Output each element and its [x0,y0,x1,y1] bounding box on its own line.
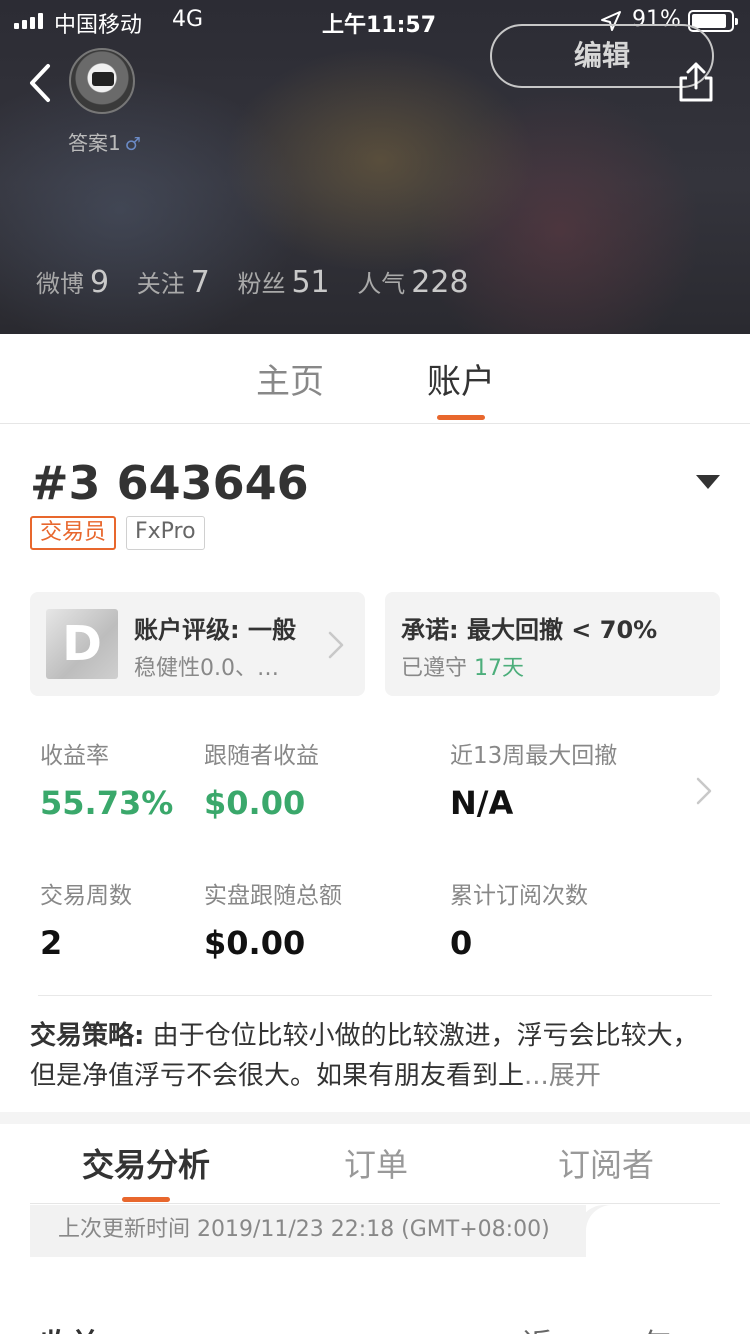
metric-value-return: 55.73% [40,784,174,822]
metric-label-max-drawdown: 近13周最大回撤 [450,743,618,769]
sub-tabs: 交易分析 订单 订阅者 [30,1124,720,1204]
avatar-image-icon [92,72,114,86]
tab-account[interactable]: 账户 [427,354,495,403]
metric-label-subscriptions: 累计订阅次数 [450,883,588,909]
divider [38,995,712,996]
period-selector[interactable]: 近一年 [522,1320,702,1334]
trading-strategy: 交易策略: 由于仓位比较小做的比较激进，浮亏会比较大，但是净值浮亏不会很大。如果… [30,1016,720,1096]
stat-popularity: 人气 228 [357,264,468,300]
stat-value: 9 [90,265,110,300]
tag-trader: 交易员 [30,516,117,550]
metric-value-trading-weeks: 2 [40,924,63,962]
account-id: #3 643646 [30,456,309,510]
share-icon[interactable] [675,60,717,104]
grade-badge: D [46,609,118,679]
stat-label: 微博 [36,270,84,298]
username-text: 答案1 [68,131,121,155]
tab-subscribers[interactable]: 订阅者 [558,1140,654,1186]
carrier-name: 中国移动 [54,13,143,38]
stat-label: 人气 [357,270,406,298]
stat-label: 粉丝 [237,270,286,298]
metric-value-subscriptions: 0 [450,924,473,962]
tab-trade-analysis[interactable]: 交易分析 [82,1140,210,1186]
tag-broker: FxPro [126,516,205,550]
metric-label-return: 收益率 [40,743,109,769]
metric-label-follower-profit: 跟随者收益 [204,743,319,769]
stat-followers[interactable]: 粉丝 51 [237,264,329,300]
promise-title: 承诺: 最大回撤 < 70% [401,616,658,644]
stat-value: 228 [411,265,469,300]
rating-card[interactable]: D 账户评级: 一般 稳健性0.0、… [30,592,365,696]
metric-value-follower-profit: $0.00 [204,784,306,822]
stat-following[interactable]: 关注 7 [137,264,210,300]
metric-label-follow-total: 实盘跟随总额 [204,883,342,909]
chevron-right-icon [696,777,712,805]
promise-days: 17天 [474,656,525,681]
username: 答案1 ♂ [68,127,141,156]
last-update-time: 上次更新时间 2019/11/23 22:18 (GMT+08:00) [30,1205,586,1257]
tab-home[interactable]: 主页 [256,354,324,403]
chevron-right-icon [328,631,344,659]
rating-subtitle: 稳健性0.0、… [134,656,279,681]
expand-link[interactable]: 展开 [549,1061,601,1091]
main-tabs: 主页 账户 [0,334,750,424]
network-type: 4G [172,7,204,32]
male-icon: ♂ [124,134,141,155]
promise-card[interactable]: 承诺: 最大回撤 < 70% 已遵守 17天 [385,592,720,696]
stat-weibo[interactable]: 微博 9 [36,264,109,300]
update-bar-corner [586,1205,720,1257]
strategy-label: 交易策略: [30,1021,145,1051]
metric-value-max-drawdown: N/A [450,784,514,822]
promise-subtitle: 已遵守 17天 [401,650,524,682]
returns-section-title: 收益 [40,1320,100,1334]
active-tab-indicator [437,415,485,420]
clock: 上午11:57 [322,13,437,38]
metric-label-trading-weeks: 交易周数 [40,883,132,909]
stat-value: 51 [291,265,330,300]
strategy-ellipsis: ... [524,1061,549,1091]
stat-value: 7 [190,265,210,300]
stat-label: 关注 [136,270,185,298]
dropdown-triangle-icon[interactable] [696,475,720,489]
promise-status: 已遵守 [401,656,468,681]
back-button[interactable] [20,58,60,108]
section-gap [0,1112,750,1124]
signal-icon [14,13,48,29]
rating-title: 账户评级: 一般 [134,616,296,644]
profile-header: 中国移动 4G 上午11:57 91% 答案1 ♂ 编辑 微博 9 关注 7 粉丝 51… [0,0,750,334]
metric-value-follow-total: $0.00 [204,924,306,962]
profile-stats: 微博 9 关注 7 粉丝 51 人气 228 [36,264,489,300]
active-tab-indicator [122,1197,170,1202]
tab-orders[interactable]: 订单 [344,1140,408,1186]
